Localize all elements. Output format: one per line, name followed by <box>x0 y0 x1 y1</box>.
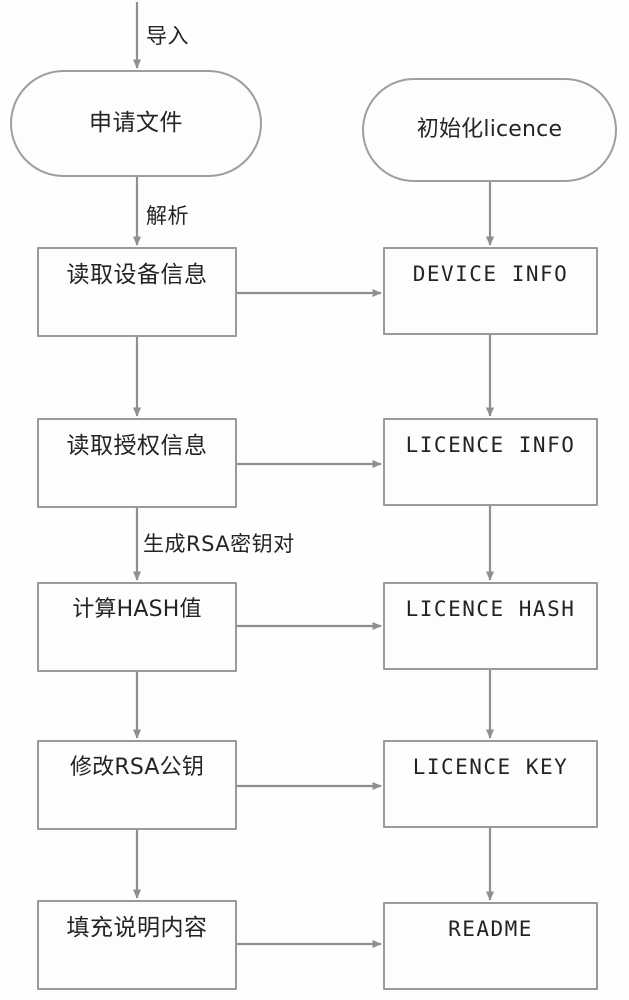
edge-label-import: 导入 <box>146 24 189 48</box>
node-licence-key-label: LICENCE KEY <box>412 755 569 779</box>
node-modify-rsa-pubkey-label: 修改RSA公钥 <box>69 755 205 780</box>
node-licence-key[interactable]: LICENCE KEY <box>383 740 598 828</box>
edge-label-gen-rsa-keypair: 生成RSA密钥对 <box>143 532 295 556</box>
flowchart-canvas: 申请文件 初始化licence 读取设备信息 读取授权信息 计算HASH值 修改… <box>0 0 629 1000</box>
node-readme-label: README <box>448 917 533 941</box>
node-apply-file[interactable]: 申请文件 <box>10 70 262 177</box>
node-init-licence[interactable]: 初始化licence <box>362 78 617 182</box>
node-calc-hash[interactable]: 计算HASH值 <box>37 582 237 672</box>
node-init-licence-label: 初始化licence <box>416 116 563 142</box>
node-read-device-info[interactable]: 读取设备信息 <box>37 247 237 337</box>
node-device-info[interactable]: DEVICE INFO <box>383 247 598 335</box>
node-licence-hash[interactable]: LICENCE HASH <box>383 582 598 670</box>
node-licence-hash-label: LICENCE HASH <box>405 597 576 621</box>
node-apply-file-label: 申请文件 <box>89 109 183 136</box>
node-readme[interactable]: README <box>383 902 598 990</box>
node-calc-hash-label: 计算HASH值 <box>72 597 202 622</box>
node-read-auth-info[interactable]: 读取授权信息 <box>37 418 237 508</box>
node-read-auth-info-label: 读取授权信息 <box>66 433 208 459</box>
node-fill-readme[interactable]: 填充说明内容 <box>37 900 237 990</box>
node-licence-info[interactable]: LICENCE INFO <box>383 418 598 506</box>
node-device-info-label: DEVICE INFO <box>412 262 569 286</box>
node-licence-info-label: LICENCE INFO <box>405 433 576 457</box>
node-fill-readme-label: 填充说明内容 <box>66 915 208 941</box>
node-read-device-info-label: 读取设备信息 <box>66 262 208 288</box>
node-modify-rsa-pubkey[interactable]: 修改RSA公钥 <box>37 740 237 830</box>
edge-label-parse: 解析 <box>146 204 189 228</box>
